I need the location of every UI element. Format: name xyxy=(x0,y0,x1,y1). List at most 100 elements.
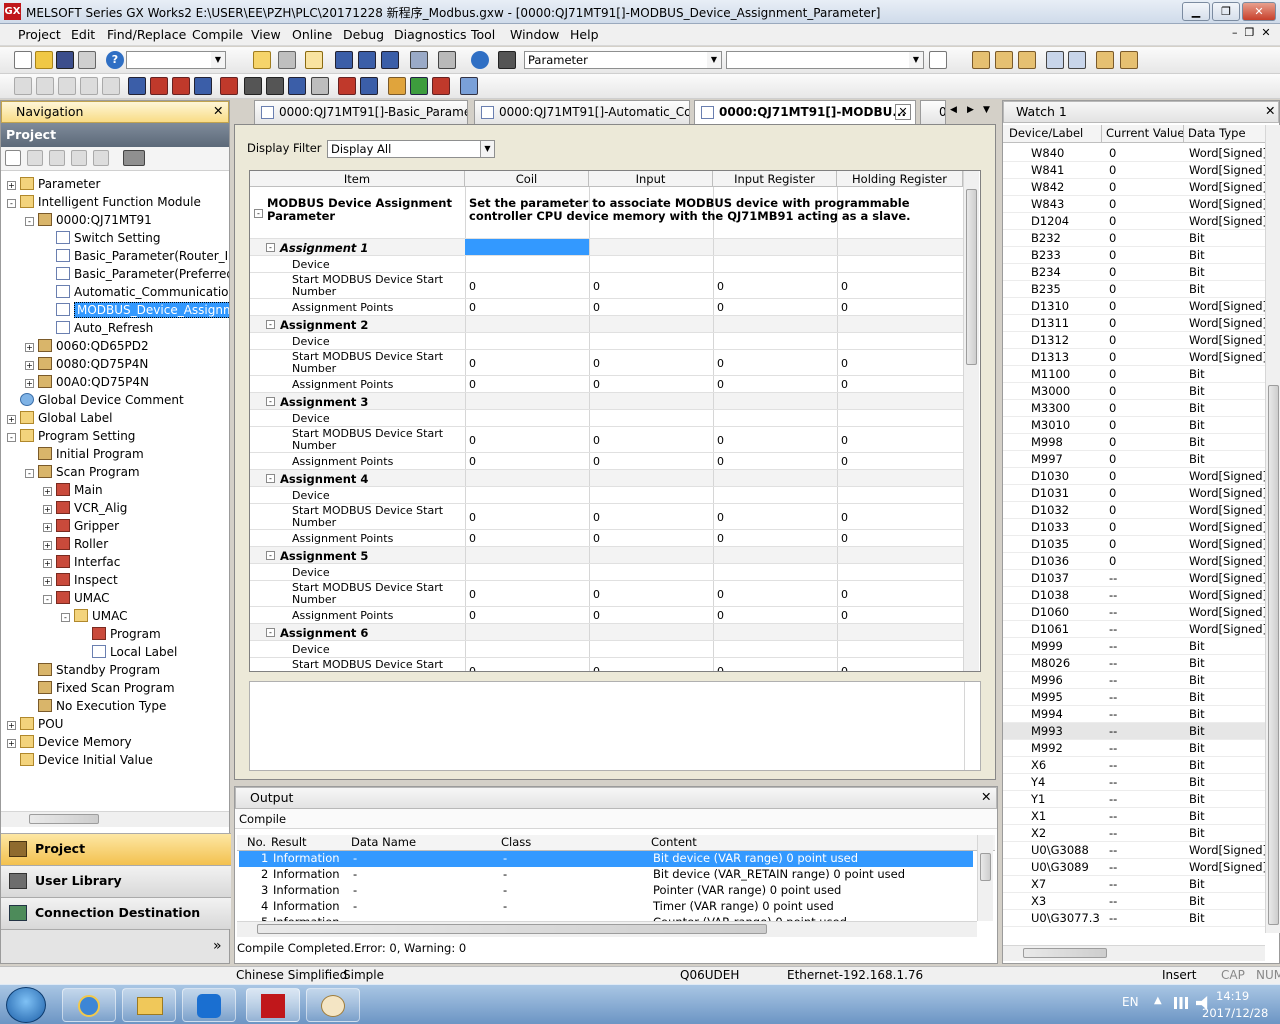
toolbar-combo-left[interactable]: ▼ xyxy=(126,51,226,69)
tab-basic-parameter[interactable]: 0000:QJ71MT91[]-Basic_Paramet... xyxy=(254,100,468,124)
start-number-value[interactable]: 0 xyxy=(717,665,724,672)
menu-tool[interactable]: Tool xyxy=(471,27,495,42)
watch-row[interactable]: M1100 0 Bit xyxy=(1003,366,1265,383)
watch-row[interactable]: M3300 0 Bit xyxy=(1003,400,1265,417)
start-number-value[interactable]: 0 xyxy=(593,280,600,293)
monitor-icon[interactable] xyxy=(410,51,428,69)
watch-row[interactable]: U0\G3077.3 -- Bit xyxy=(1003,910,1265,927)
start-number-value[interactable]: 0 xyxy=(841,434,848,447)
assignment-points-value[interactable]: 0 xyxy=(469,532,476,545)
register-icon[interactable] xyxy=(311,77,329,95)
collapse-icon[interactable]: - xyxy=(61,613,70,622)
nav-hscroll-thumb[interactable] xyxy=(29,814,99,824)
start-number-value[interactable]: 0 xyxy=(841,280,848,293)
taskbar-ie[interactable] xyxy=(62,988,116,1022)
assignment-points-value[interactable]: 0 xyxy=(717,455,724,468)
cross-ref-icon[interactable] xyxy=(150,77,168,95)
jump-icon[interactable] xyxy=(1068,51,1086,69)
taskbar-teamviewer[interactable] xyxy=(182,988,236,1022)
page-icon[interactable] xyxy=(929,51,947,69)
start-number-value[interactable]: 0 xyxy=(717,511,724,524)
menu-edit[interactable]: Edit xyxy=(71,27,95,42)
watch-row[interactable]: M994 -- Bit xyxy=(1003,706,1265,723)
output-row[interactable]: 2 Information - - Bit device (VAR_RETAIN ran… xyxy=(239,867,973,883)
tab-automatic-communication[interactable]: 0000:QJ71MT91[]-Automatic_Co... xyxy=(474,100,690,124)
expand-icon[interactable]: + xyxy=(7,415,16,424)
start-number-value[interactable]: 0 xyxy=(717,588,724,601)
tab-overflow[interactable]: 0 xyxy=(920,100,946,124)
menu-debug[interactable]: Debug xyxy=(343,27,384,42)
secondary-combo[interactable]: ▼ xyxy=(726,51,924,69)
watch-row[interactable]: U0\G3088 -- Word[Signed] xyxy=(1003,842,1265,859)
display-filter-select[interactable]: Display All ▼ xyxy=(327,140,495,158)
assignment-points-value[interactable]: 0 xyxy=(593,301,600,314)
watch-row[interactable]: D1030 0 Word[Signed] xyxy=(1003,468,1265,485)
start-number-value[interactable]: 0 xyxy=(841,511,848,524)
explanation-vscrollbar[interactable] xyxy=(964,682,980,770)
device-search-icon[interactable] xyxy=(128,77,146,95)
collapse-icon[interactable]: - xyxy=(254,209,263,218)
close-icon[interactable]: ✕ xyxy=(213,101,223,121)
display-icon[interactable] xyxy=(460,77,478,95)
device-list-icon[interactable] xyxy=(172,77,190,95)
tree-item[interactable]: Automatic_Communication_ xyxy=(43,283,229,301)
tree-item[interactable]: + Interfac xyxy=(43,553,120,571)
undo-icon[interactable] xyxy=(80,77,98,95)
start-number-value[interactable]: 0 xyxy=(841,665,848,672)
start-number-value[interactable]: 0 xyxy=(593,588,600,601)
nav-property-icon[interactable] xyxy=(71,150,87,166)
watch-col-device[interactable]: Device/Label xyxy=(1009,125,1083,142)
watch-row[interactable]: M997 0 Bit xyxy=(1003,451,1265,468)
tray-arrow-icon[interactable]: ▲ xyxy=(1154,995,1162,1006)
start-number-value[interactable]: 0 xyxy=(469,357,476,370)
mdi-controls[interactable]: – ❐ ✕ xyxy=(1232,26,1271,39)
tree-item[interactable]: Initial Program xyxy=(25,445,144,463)
collapse-icon[interactable]: - xyxy=(43,595,52,604)
watch-row[interactable]: D1204 0 Word[Signed] xyxy=(1003,213,1265,230)
assignment-points-value[interactable]: 0 xyxy=(717,378,724,391)
new-icon[interactable] xyxy=(14,51,32,69)
dev-test-icon[interactable] xyxy=(338,77,356,95)
expand-icon[interactable]: + xyxy=(25,361,34,370)
output-row[interactable]: 1 Information - - Bit device (VAR range) 0 p… xyxy=(239,851,973,867)
collapse-icon[interactable]: - xyxy=(7,433,16,442)
assignment-points-value[interactable]: 0 xyxy=(841,609,848,622)
tree-item[interactable]: MODBUS_Device_Assignmen xyxy=(43,301,229,319)
tree-item[interactable]: Standby Program xyxy=(25,661,160,679)
watch-row[interactable]: M8026 -- Bit xyxy=(1003,655,1265,672)
watch-row[interactable]: X3 -- Bit xyxy=(1003,893,1265,910)
start-number-value[interactable]: 0 xyxy=(469,511,476,524)
watch-row[interactable]: X6 -- Bit xyxy=(1003,757,1265,774)
watch-row[interactable]: M999 -- Bit xyxy=(1003,638,1265,655)
open-icon[interactable] xyxy=(35,51,53,69)
maximize-button[interactable]: ❐ xyxy=(1212,2,1240,21)
selected-cell[interactable] xyxy=(465,239,589,255)
save-icon[interactable] xyxy=(56,51,74,69)
expand-icon[interactable]: + xyxy=(43,577,52,586)
ladder-delete-icon[interactable] xyxy=(1120,51,1138,69)
tree-item[interactable]: +0060:QD65PD2 xyxy=(25,337,149,355)
expand-icon[interactable]: + xyxy=(7,739,16,748)
column-header-item[interactable]: Item xyxy=(250,171,465,187)
binoculars-icon[interactable] xyxy=(498,51,516,69)
expand-icon[interactable]: + xyxy=(25,343,34,352)
watch-row[interactable]: B235 0 Bit xyxy=(1003,281,1265,298)
assignment-points-value[interactable]: 0 xyxy=(841,455,848,468)
note-icon[interactable] xyxy=(432,77,450,95)
start-number-value[interactable]: 0 xyxy=(593,434,600,447)
watch-row[interactable]: B233 0 Bit xyxy=(1003,247,1265,264)
start-number-value[interactable]: 0 xyxy=(717,280,724,293)
assignment-points-value[interactable]: 0 xyxy=(593,455,600,468)
navigation-window-icon[interactable] xyxy=(253,51,271,69)
start-number-value[interactable]: 0 xyxy=(593,665,600,672)
close-icon[interactable]: ✕ xyxy=(1265,101,1275,121)
watch-row[interactable]: D1313 0 Word[Signed] xyxy=(1003,349,1265,366)
tree-item[interactable]: + Inspect xyxy=(43,571,118,589)
watch-vscrollbar[interactable] xyxy=(1265,125,1280,933)
column-header-input-register[interactable]: Input Register xyxy=(713,171,837,187)
cut-icon[interactable] xyxy=(14,77,32,95)
assignment-points-value[interactable]: 0 xyxy=(469,455,476,468)
watch-row[interactable]: X1 -- Bit xyxy=(1003,808,1265,825)
nav-connection-destination-button[interactable]: Connection Destination xyxy=(1,897,231,929)
watch-row[interactable]: W840 0 Word[Signed] xyxy=(1003,145,1265,162)
